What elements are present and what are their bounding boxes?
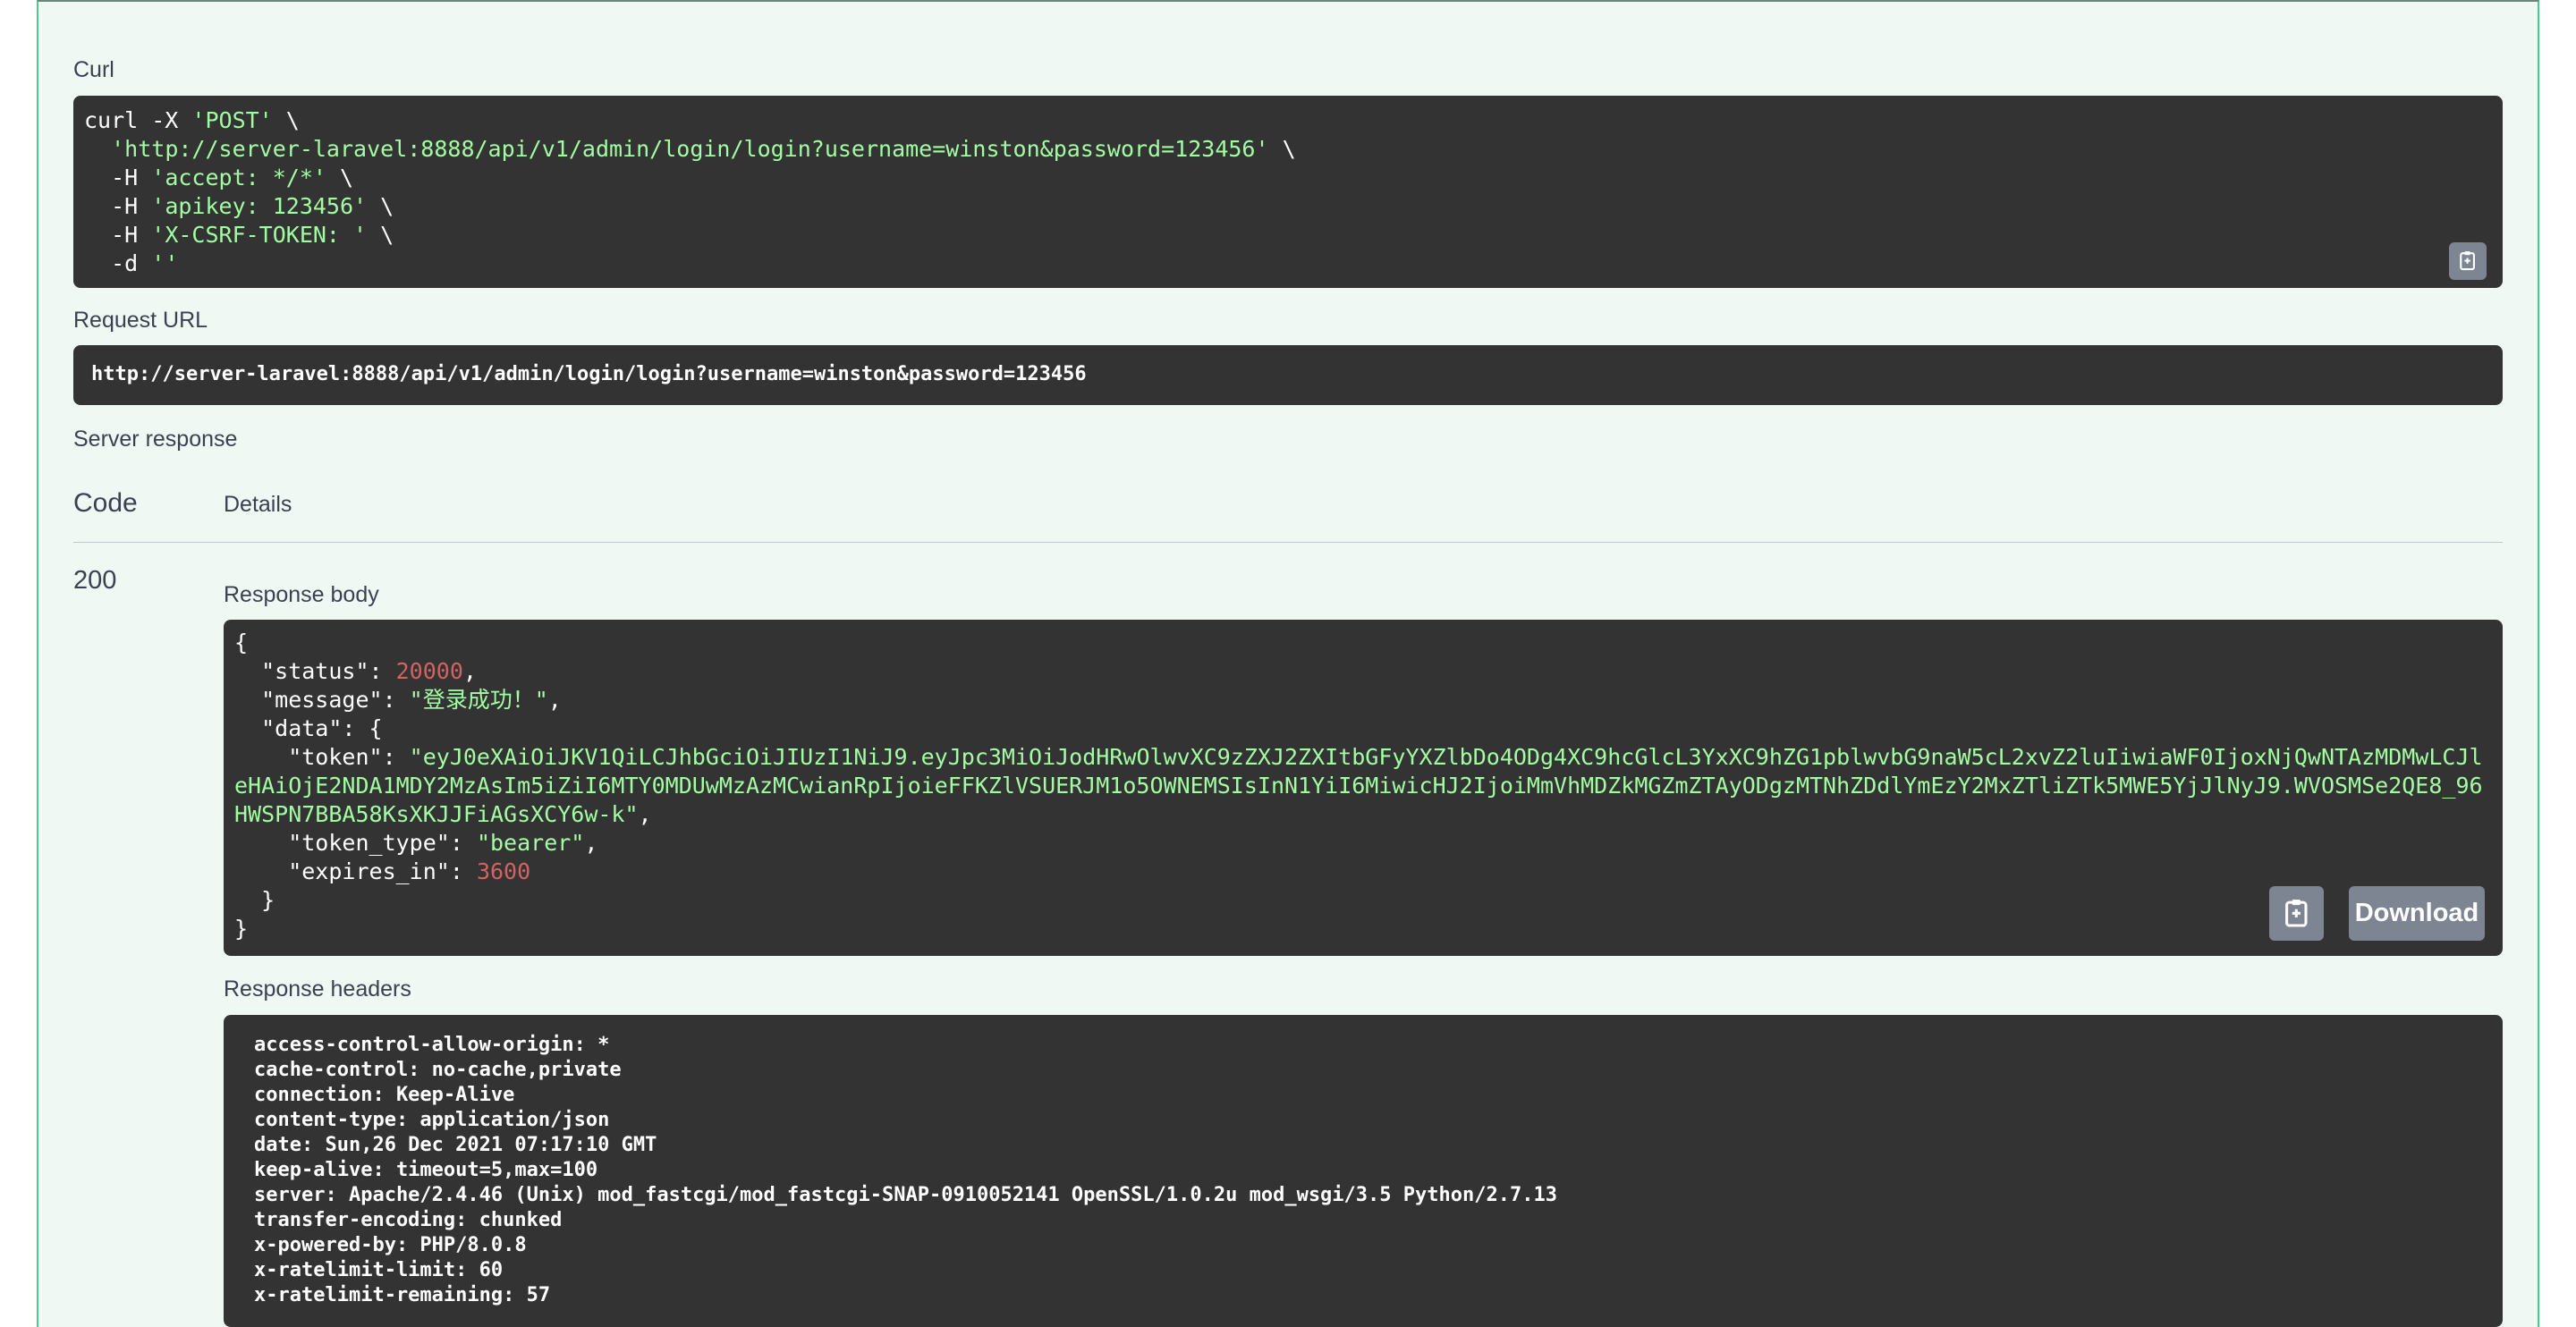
curl-line: -H 'accept: */*' \ bbox=[84, 164, 2492, 192]
header-line: x-ratelimit-remaining: 57 bbox=[254, 1284, 551, 1306]
response-body-label: Response body bbox=[224, 582, 379, 607]
curl-text: \ bbox=[367, 222, 394, 248]
server-response-label: Server response bbox=[73, 427, 238, 452]
json-line: "expires_in": 3600 bbox=[234, 858, 2492, 886]
curl-text: \ bbox=[1268, 136, 1296, 162]
curl-string: '' bbox=[151, 250, 179, 276]
json-key: "expires_in": bbox=[234, 858, 477, 884]
response-body-block[interactable]: { "status": 20000, "message": "登录成功！", "… bbox=[224, 620, 2503, 956]
curl-line: -H 'X-CSRF-TOKEN: ' \ bbox=[84, 221, 2492, 249]
request-url-label: Request URL bbox=[73, 308, 208, 333]
json-number: 3600 bbox=[476, 858, 531, 884]
header-line: date: Sun,26 Dec 2021 07:17:10 GMT bbox=[254, 1134, 657, 1156]
json-string: "bearer" bbox=[476, 830, 585, 856]
curl-string: 'accept: */*' bbox=[151, 165, 326, 190]
curl-line: -d '' bbox=[84, 249, 2492, 278]
details-column-header: Details bbox=[224, 492, 292, 517]
curl-text: -H bbox=[84, 165, 152, 190]
header-line: x-powered-by: PHP/8.0.8 bbox=[254, 1234, 527, 1256]
json-string: "登录成功！" bbox=[409, 687, 548, 713]
clipboard-icon bbox=[2285, 900, 2308, 927]
header-line: connection: Keep-Alive bbox=[254, 1084, 515, 1106]
header-line: access-control-allow-origin: * bbox=[254, 1034, 610, 1056]
curl-string: 'X-CSRF-TOKEN: ' bbox=[151, 222, 368, 248]
header-line: keep-alive: timeout=5,max=100 bbox=[254, 1159, 598, 1181]
json-line: { bbox=[234, 630, 249, 655]
download-button[interactable]: Download bbox=[2349, 886, 2485, 941]
json-key: "message": bbox=[234, 687, 410, 713]
header-line: x-ratelimit-limit: 60 bbox=[254, 1259, 504, 1281]
copy-curl-button[interactable] bbox=[2449, 242, 2487, 280]
json-separator: , bbox=[638, 801, 652, 827]
curl-text: -d bbox=[84, 250, 152, 276]
response-headers-label: Response headers bbox=[224, 976, 411, 1002]
json-line: "status": 20000, bbox=[234, 658, 477, 684]
curl-text: \ bbox=[272, 107, 300, 133]
json-token-value: "eyJ0eXAiOiJKV1QiLCJhbGciOiJIUzI1NiJ9.ey… bbox=[234, 744, 2483, 827]
code-column-header: Code bbox=[73, 488, 138, 518]
table-divider bbox=[73, 542, 2503, 543]
json-key: "token_type": bbox=[234, 830, 477, 856]
json-line: } bbox=[234, 887, 275, 913]
curl-line: 'http://server-laravel:8888/api/v1/admin… bbox=[84, 135, 2492, 164]
response-headers-block[interactable]: access-control-allow-origin: * cache-cont… bbox=[224, 1015, 2503, 1327]
header-line: transfer-encoding: chunked bbox=[254, 1209, 563, 1231]
curl-code-block[interactable]: curl -X 'POST' \ 'http://server-laravel:… bbox=[73, 96, 2503, 288]
curl-text: \ bbox=[326, 165, 354, 190]
json-line: "data": { bbox=[234, 715, 383, 741]
curl-text: \ bbox=[367, 193, 394, 219]
header-line: content-type: application/json bbox=[254, 1109, 610, 1131]
header-line: server: Apache/2.4.46 (Unix) mod_fastcgi… bbox=[254, 1184, 1557, 1206]
curl-string: 'http://server-laravel:8888/api/v1/admin… bbox=[111, 136, 1269, 162]
response-code: 200 bbox=[73, 566, 117, 595]
curl-string: 'POST' bbox=[191, 107, 273, 133]
json-line: "message": "登录成功！", bbox=[234, 687, 562, 713]
curl-text: -H bbox=[84, 222, 152, 248]
curl-text: curl -X bbox=[84, 107, 192, 133]
json-line: "token_type": "bearer", bbox=[234, 830, 598, 856]
curl-text bbox=[84, 136, 111, 162]
json-token-line: "token": "eyJ0eXAiOiJKV1QiLCJhbGciOiJIUz… bbox=[234, 743, 2492, 829]
clipboard-icon bbox=[2460, 251, 2476, 271]
curl-line: -H 'apikey: 123456' \ bbox=[84, 192, 2492, 221]
json-line: } bbox=[234, 916, 249, 942]
json-key: "status": bbox=[234, 658, 396, 684]
curl-line: curl -X 'POST' \ bbox=[84, 106, 2492, 135]
curl-text: -H bbox=[84, 193, 152, 219]
curl-label: Curl bbox=[73, 57, 114, 82]
header-line: cache-control: no-cache,private bbox=[254, 1059, 622, 1081]
json-key: "token": bbox=[234, 744, 410, 770]
json-number: 20000 bbox=[395, 658, 463, 684]
request-url-value[interactable]: http://server-laravel:8888/api/v1/admin/… bbox=[73, 345, 2503, 405]
curl-string: 'apikey: 123456' bbox=[151, 193, 368, 219]
copy-response-button[interactable] bbox=[2269, 886, 2324, 941]
